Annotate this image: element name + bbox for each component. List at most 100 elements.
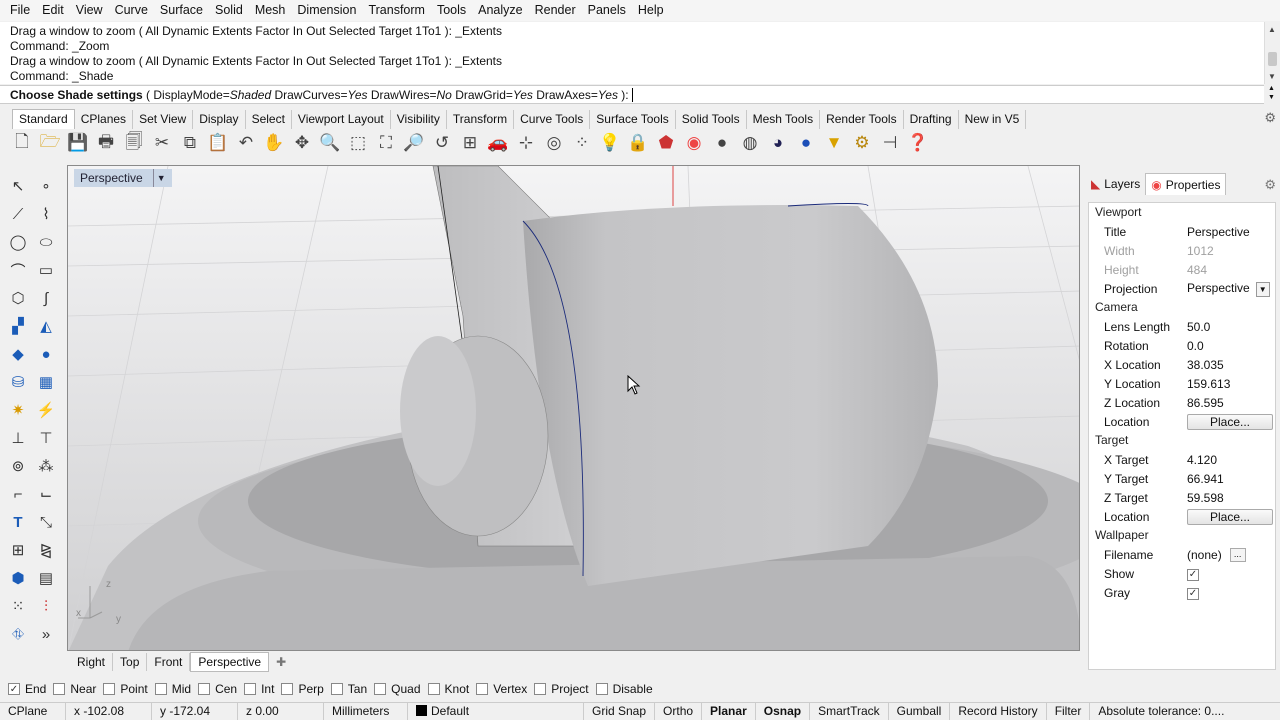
- four-viewports-icon[interactable]: ⊞: [456, 131, 484, 155]
- mesh-icon[interactable]: ▦: [32, 369, 60, 395]
- tab-transform[interactable]: Transform: [447, 110, 515, 129]
- osnap-checkbox[interactable]: [53, 683, 66, 695]
- status-units[interactable]: Millimeters: [324, 703, 408, 720]
- osnap-disable[interactable]: Disable: [595, 682, 653, 696]
- prompt-spin[interactable]: ▲ ▼: [1264, 85, 1280, 104]
- camera-place-button[interactable]: Place...: [1187, 413, 1273, 430]
- zoom-icon[interactable]: 🔍: [316, 131, 344, 155]
- tab-properties[interactable]: ◉ Properties: [1145, 173, 1227, 195]
- osnap-project[interactable]: Project: [534, 682, 589, 696]
- menu-render[interactable]: Render: [529, 0, 582, 21]
- menu-file[interactable]: File: [4, 0, 36, 21]
- join-icon[interactable]: ⊤: [32, 425, 60, 451]
- status-grid-snap[interactable]: Grid Snap: [584, 703, 656, 720]
- menu-transform[interactable]: Transform: [362, 0, 431, 21]
- osnap-quad[interactable]: Quad: [374, 682, 421, 696]
- text-icon[interactable]: T: [4, 509, 32, 535]
- polygon-icon[interactable]: ⬡: [4, 285, 32, 311]
- rectangle-icon[interactable]: ▭: [32, 257, 60, 283]
- osnap-tan[interactable]: Tan: [330, 682, 367, 696]
- menu-edit[interactable]: Edit: [36, 0, 70, 21]
- menu-analyze[interactable]: Analyze: [472, 0, 528, 21]
- osnap-checkbox[interactable]: [198, 683, 211, 695]
- zoom-selected-icon[interactable]: 🔎: [400, 131, 428, 155]
- grid-array-icon[interactable]: ⁙: [4, 593, 32, 619]
- tab-perspective-view[interactable]: Perspective: [190, 652, 270, 672]
- osnap-checkbox[interactable]: [103, 683, 116, 695]
- box-icon[interactable]: ◆: [4, 341, 32, 367]
- x-location-field[interactable]: 38.035: [1185, 358, 1275, 372]
- curve-icon[interactable]: ⌇: [32, 201, 60, 227]
- tab-drafting[interactable]: Drafting: [904, 110, 959, 129]
- osnap-end[interactable]: ✓ End: [8, 682, 46, 696]
- command-prompt[interactable]: Choose Shade settings ( DisplayMode=Shad…: [0, 85, 1264, 104]
- osnap-point[interactable]: Point: [103, 682, 148, 696]
- save-icon[interactable]: 💾: [64, 131, 92, 155]
- ellipse-icon[interactable]: ⬭: [32, 229, 60, 255]
- hatch-icon[interactable]: ▤: [32, 565, 60, 591]
- tab-curve-tools[interactable]: Curve Tools: [514, 110, 591, 129]
- menu-view[interactable]: View: [70, 0, 109, 21]
- zoom-extents-icon[interactable]: ⛶: [372, 131, 400, 155]
- gray-checkbox[interactable]: ✓: [1187, 587, 1199, 600]
- rotate-view-icon[interactable]: ✥: [288, 131, 316, 155]
- explode-icon[interactable]: ✷: [4, 397, 32, 423]
- circle-icon[interactable]: ◯: [4, 229, 32, 255]
- undo-view-icon[interactable]: ↺: [428, 131, 456, 155]
- surface-icon[interactable]: ▞: [4, 313, 32, 339]
- tab-visibility[interactable]: Visibility: [391, 110, 447, 129]
- menu-solid[interactable]: Solid: [209, 0, 249, 21]
- menu-mesh[interactable]: Mesh: [249, 0, 292, 21]
- tab-new-in-v5[interactable]: New in V5: [959, 110, 1027, 129]
- projection-select[interactable]: Perspective ▼: [1185, 281, 1275, 297]
- status-record-history[interactable]: Record History: [950, 703, 1047, 720]
- block-icon[interactable]: ⬢: [4, 565, 32, 591]
- panel-gear-icon[interactable]: ⚙: [1264, 177, 1276, 193]
- new-file-icon[interactable]: 🗋: [8, 131, 36, 155]
- viewport-menu-chevron-icon[interactable]: ▼: [152, 169, 166, 187]
- bulb-icon[interactable]: 💡: [596, 131, 624, 155]
- perspective-viewport[interactable]: z x y Perspective ▼: [67, 165, 1080, 651]
- polyline-icon[interactable]: ⟋: [4, 201, 32, 227]
- open-file-icon[interactable]: 🗁: [36, 131, 64, 155]
- grid-snap-icon[interactable]: ⊹: [512, 131, 540, 155]
- car-icon[interactable]: 🚗: [484, 131, 512, 155]
- tab-set-view[interactable]: Set View: [133, 110, 194, 129]
- properties-icon[interactable]: 🗐: [120, 131, 148, 155]
- tab-top-view[interactable]: Top: [113, 653, 148, 671]
- shaded-sphere-icon[interactable]: ●: [708, 131, 736, 155]
- array-icon[interactable]: ⊞: [4, 537, 32, 563]
- pan-hand-icon[interactable]: ✋: [260, 131, 288, 155]
- rotation-field[interactable]: 0.0: [1185, 339, 1275, 353]
- copy-icon[interactable]: ⧉: [176, 131, 204, 155]
- add-viewport-icon[interactable]: ✚: [269, 653, 293, 671]
- osnap-checkbox[interactable]: [595, 683, 608, 695]
- color-wheel-icon[interactable]: ◉: [680, 131, 708, 155]
- freeform-icon[interactable]: ∫: [32, 285, 60, 311]
- print-icon[interactable]: 🖶: [92, 131, 120, 155]
- status-smarttrack[interactable]: SmartTrack: [810, 703, 889, 720]
- osnap-near[interactable]: Near: [53, 682, 96, 696]
- chamfer-icon[interactable]: ⌙: [32, 481, 60, 507]
- toolbar-gear-icon[interactable]: ⚙: [1264, 110, 1276, 126]
- z-target-field[interactable]: 59.598: [1185, 491, 1275, 505]
- scroll-thumb[interactable]: [1268, 52, 1277, 66]
- menu-help[interactable]: Help: [632, 0, 670, 21]
- osnap-cen[interactable]: Cen: [198, 682, 237, 696]
- tab-front-view[interactable]: Front: [147, 653, 191, 671]
- group-icon[interactable]: ⁂: [32, 453, 60, 479]
- status-planar[interactable]: Planar: [702, 703, 756, 720]
- title-field[interactable]: Perspective: [1185, 225, 1275, 239]
- viewport-title[interactable]: Perspective ▼: [74, 169, 172, 187]
- analyze-icon[interactable]: ⫶: [32, 593, 60, 619]
- spotlight-icon[interactable]: ▼: [820, 131, 848, 155]
- osnap-checkbox[interactable]: [154, 683, 167, 695]
- gumball-icon[interactable]: ⊣: [876, 131, 904, 155]
- lock-icon[interactable]: 🔒: [624, 131, 652, 155]
- status-filter[interactable]: Filter: [1047, 703, 1091, 720]
- points-icon[interactable]: ⁘: [568, 131, 596, 155]
- show-checkbox[interactable]: ✓: [1187, 568, 1199, 581]
- fillet-icon[interactable]: ⌐: [4, 481, 32, 507]
- osnap-mid[interactable]: Mid: [154, 682, 191, 696]
- rendered-sphere-icon[interactable]: ◍: [736, 131, 764, 155]
